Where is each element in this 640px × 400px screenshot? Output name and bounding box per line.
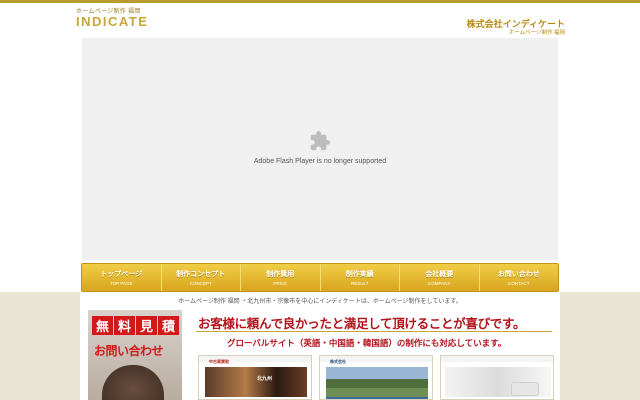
banner-title: 無 料 見 積 (92, 316, 179, 335)
puzzle-plugin-icon (310, 130, 331, 151)
nav-sublabel: CONCEPT (189, 281, 212, 286)
nav-label: 制作費用 (266, 271, 295, 278)
nav-label: 制作実績 (345, 271, 374, 278)
global-site-subheadline: グローバルサイト（英語・中国語・韓国語）の制作にも対応しています。 (227, 339, 507, 349)
nav-label: 制作コンセプト (176, 271, 226, 278)
banner-hand-image (102, 365, 164, 400)
intro-tagline: ホームページ制作 福岡 ・北九州市・宗像市を中心にインディケートは、ホームページ… (178, 299, 462, 305)
portfolio-thumbnail[interactable] (440, 355, 554, 400)
nav-sublabel: RESULT (351, 281, 369, 286)
nav-label: 会社概要 (425, 271, 454, 278)
thumb-photo (326, 367, 428, 397)
portfolio-thumbnail[interactable]: 株式会社 (319, 355, 433, 400)
banner-contact-label: お問い合わせ (94, 344, 164, 358)
nav-item-company[interactable]: 会社概要 COMPANY (400, 264, 480, 291)
nav-item-price[interactable]: 制作費用 PRICE (241, 264, 321, 291)
thumb-header (441, 356, 553, 362)
nav-sublabel: COMPANY (428, 281, 451, 286)
nav-label: お問い合わせ (497, 271, 540, 278)
nav-item-result[interactable]: 制作実績 RESULT (321, 264, 400, 291)
main-headline: お客様に頼んで良かったと満足して頂けることが喜びです。 (198, 316, 526, 331)
company-subtitle: ホームページ制作 福岡 (508, 30, 565, 36)
flash-placeholder: Adobe Flash Player is no longer supporte… (82, 38, 558, 260)
portfolio-thumbnail[interactable]: 中古車買取 北九州 (198, 355, 312, 400)
nav-sublabel: PRICE (273, 281, 288, 286)
thumb-caption: 北九州 (257, 376, 273, 382)
nav-label: トップページ (100, 271, 143, 278)
main-nav: トップページ TOP PAGE 制作コンセプト CONCEPT 制作費用 PRI… (81, 263, 559, 292)
thumb-title: 株式会社 (330, 359, 346, 364)
site-logo[interactable]: INDICATE (76, 14, 148, 29)
banner-char: 積 (158, 316, 179, 335)
nav-sublabel: TOP PAGE (109, 281, 133, 286)
thumb-bathtub-image (511, 382, 539, 396)
banner-char: 見 (136, 316, 157, 335)
nav-item-contact[interactable]: お問い合わせ CONTACT (480, 264, 559, 291)
thumb-title: 中古車買取 (209, 359, 229, 364)
flash-unsupported-message: Adobe Flash Player is no longer supporte… (253, 158, 387, 165)
nav-item-concept[interactable]: 制作コンセプト CONCEPT (162, 264, 241, 291)
top-accent-line (0, 0, 640, 3)
nav-item-top-page[interactable]: トップページ TOP PAGE (82, 264, 162, 291)
headline-divider (196, 331, 552, 332)
banner-char: 料 (114, 316, 135, 335)
banner-char: 無 (92, 316, 113, 335)
thumb-photo (205, 367, 307, 397)
free-estimate-banner[interactable]: 無 料 見 積 お問い合わせ (88, 310, 182, 400)
nav-sublabel: CONTACT (508, 281, 530, 286)
